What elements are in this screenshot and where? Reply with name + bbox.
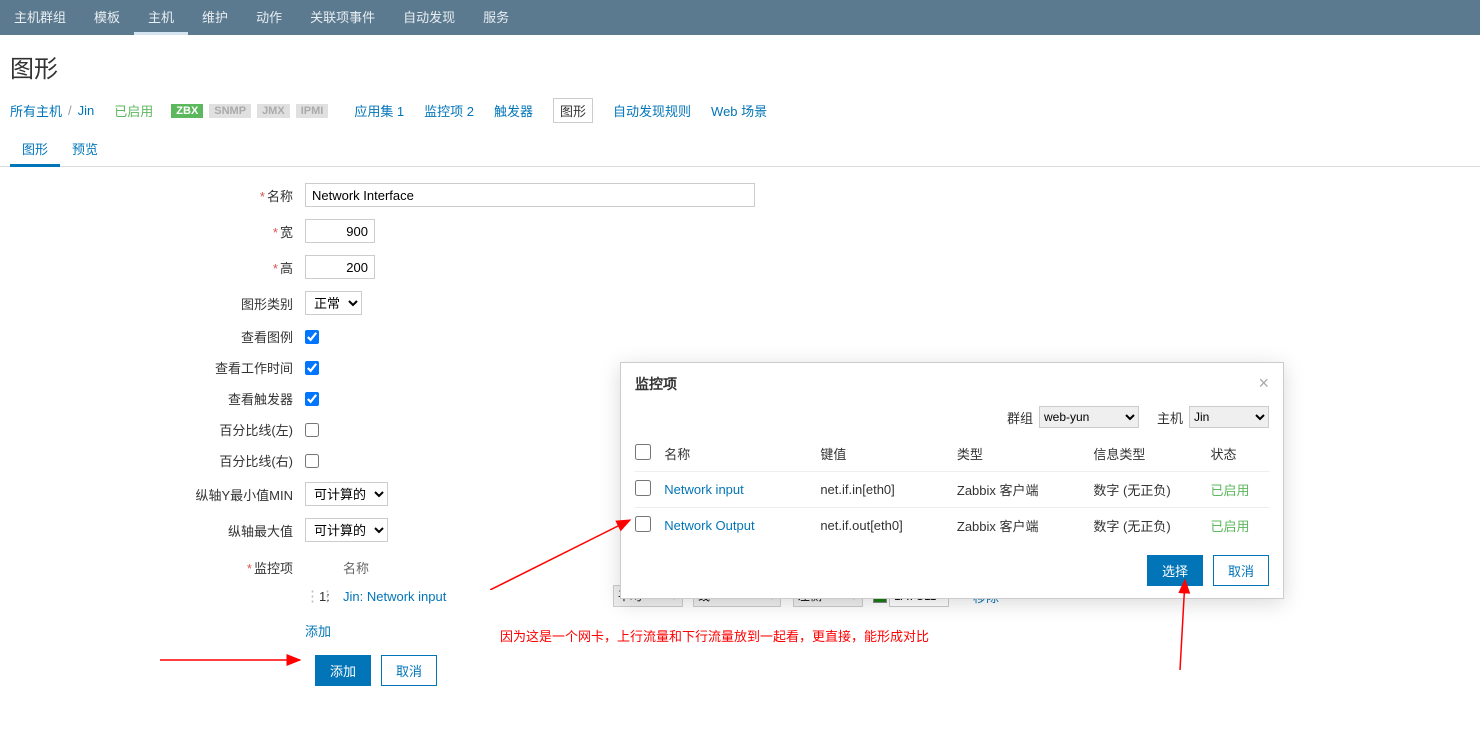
item-col-name: 名称 [343,558,613,577]
annotation-text: 因为这是一个网卡，上行流量和下行流量放到一起看，更直接，能形成对比 [500,629,929,644]
row-status: 已启用 [1210,480,1269,499]
label-type: 图形类别 [10,294,305,313]
row-name-link[interactable]: Network input [664,482,743,497]
row-checkbox[interactable] [635,480,651,496]
modal-close-icon[interactable]: × [1258,373,1269,394]
modal-title: 监控项 [635,374,677,394]
label-percent-right: 百分比线(右) [10,451,305,470]
label-items: *监控项 [10,554,305,577]
bc-graphs-current: 图形 [553,98,593,123]
drag-handle-icon[interactable]: ⋮⋮ [305,587,319,605]
nav-hosts[interactable]: 主机 [134,0,188,35]
bc-triggers[interactable]: 触发器 [494,101,533,120]
nav-discovery[interactable]: 自动发现 [389,0,469,35]
label-width: *宽 [10,222,305,241]
row-type: Zabbix 客户端 [957,480,1094,499]
filter-group-label: 群组 [1007,408,1033,427]
bc-items[interactable]: 监控项 2 [424,101,474,120]
check-percent-right[interactable] [305,454,319,468]
item-idx: 1: [319,589,343,604]
filter-group-select[interactable]: web-yun [1039,406,1139,428]
nav-hostgroups[interactable]: 主机群组 [0,0,80,35]
bc-all-hosts[interactable]: 所有主机 [10,101,62,120]
nav-templates[interactable]: 模板 [80,0,134,35]
input-height[interactable] [305,255,375,279]
badge-jmx: JMX [257,104,290,118]
row-info: 数字 (无正负) [1093,480,1210,499]
filter-host-select[interactable]: Jin [1189,406,1269,428]
col-type: 类型 [957,444,1094,463]
row-info: 数字 (无正负) [1093,516,1210,535]
nav-actions[interactable]: 动作 [242,0,296,35]
add-button[interactable]: 添加 [315,655,371,686]
badge-snmp: SNMP [209,104,251,118]
label-height: *高 [10,258,305,277]
row-key: net.if.in[eth0] [820,482,957,497]
page-title: 图形 [0,35,1480,94]
badge-ipmi: IPMI [296,104,329,118]
modal-select-button[interactable]: 选择 [1147,555,1203,586]
select-ymin[interactable]: 可计算的 [305,482,388,506]
item-picker-modal: 监控项 × 群组 web-yun 主机 Jin 名称 键值 类型 信息类型 状态… [620,362,1284,599]
row-checkbox[interactable] [635,516,651,532]
bc-sep: / [68,103,72,118]
modal-cancel-button[interactable]: 取消 [1213,555,1269,586]
row-name-link[interactable]: Network Output [664,518,754,533]
bc-web[interactable]: Web 场景 [711,101,767,120]
check-worktime[interactable] [305,361,319,375]
bc-discovery[interactable]: 自动发现规则 [613,101,691,120]
select-all-checkbox[interactable] [635,444,651,460]
row-key: net.if.out[eth0] [820,518,957,533]
bc-enabled: 已启用 [114,101,153,120]
col-key: 键值 [820,444,957,463]
breadcrumb: 所有主机 / Jin 已启用 ZBX SNMP JMX IPMI 应用集 1 监… [0,94,1480,133]
select-ymax[interactable]: 可计算的 [305,518,388,542]
check-percent-left[interactable] [305,423,319,437]
bc-host[interactable]: Jin [78,103,95,118]
badge-zbx: ZBX [171,104,203,118]
item-add-link[interactable]: 添加 [305,624,331,639]
label-triggers: 查看触发器 [10,389,305,408]
cancel-button[interactable]: 取消 [381,655,437,686]
bc-apps[interactable]: 应用集 1 [354,101,404,120]
tab-graph[interactable]: 图形 [10,133,60,167]
label-ymax: 纵轴最大值 [10,521,305,540]
input-name[interactable] [305,183,755,207]
nav-maintenance[interactable]: 维护 [188,0,242,35]
label-worktime: 查看工作时间 [10,358,305,377]
modal-row: Network Output net.if.out[eth0] Zabbix 客… [635,507,1269,543]
row-type: Zabbix 客户端 [957,516,1094,535]
select-type[interactable]: 正常 [305,291,362,315]
check-legend[interactable] [305,330,319,344]
tab-preview[interactable]: 预览 [60,133,110,166]
modal-row: Network input net.if.in[eth0] Zabbix 客户端… [635,471,1269,507]
check-triggers[interactable] [305,392,319,406]
nav-correlation[interactable]: 关联项事件 [296,0,389,35]
col-name: 名称 [664,444,820,463]
label-ymin: 纵轴Y最小值MIN [10,485,305,504]
label-name: *名称 [10,186,305,205]
item-name[interactable]: Jin: Network input [343,589,613,604]
col-info: 信息类型 [1093,444,1210,463]
label-legend: 查看图例 [10,327,305,346]
row-status: 已启用 [1210,516,1269,535]
nav-services[interactable]: 服务 [469,0,523,35]
filter-host-label: 主机 [1157,408,1183,427]
col-status: 状态 [1210,444,1269,463]
top-nav: 主机群组 模板 主机 维护 动作 关联项事件 自动发现 服务 [0,0,1480,35]
label-percent-left: 百分比线(左) [10,420,305,439]
input-width[interactable] [305,219,375,243]
sub-tabs: 图形 预览 [0,133,1480,167]
modal-thead: 名称 键值 类型 信息类型 状态 [635,436,1269,471]
